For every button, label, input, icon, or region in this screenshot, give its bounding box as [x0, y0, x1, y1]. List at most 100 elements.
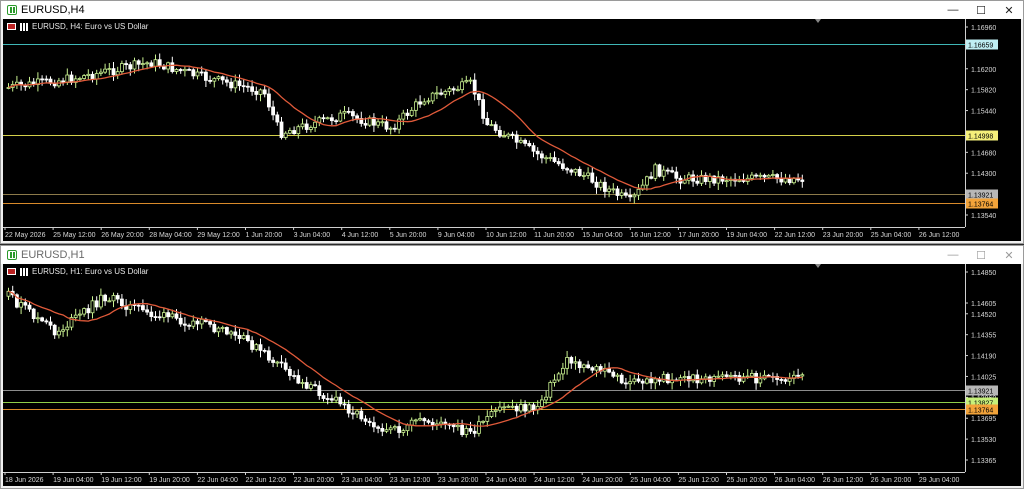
bear-candle: [586, 360, 590, 369]
bull-candle: [519, 137, 523, 144]
bear-candle: [329, 114, 334, 125]
bull-candle: [99, 68, 103, 77]
bear-candle: [451, 86, 456, 95]
price-tick-label: 1.14355: [971, 333, 996, 340]
maximize-button[interactable]: ☐: [967, 246, 995, 264]
bear-candle: [741, 173, 746, 184]
time-tick-label: 26 May 20:00: [101, 232, 144, 239]
bear-candle: [535, 147, 540, 161]
bear-candle: [166, 309, 171, 323]
time-tick-label: 26 Jun 20:00: [871, 477, 912, 484]
price-chart[interactable]: EURUSD, H1: Euro vs US Dollar 1.14850 1.1…: [3, 264, 1021, 486]
bear-candle: [254, 86, 259, 101]
bear-candle: [321, 114, 326, 123]
bull-candle: [699, 170, 704, 187]
bull-candle: [422, 98, 427, 106]
bull-candle: [506, 404, 511, 408]
bull-candle: [94, 69, 99, 85]
bear-candle: [342, 399, 347, 409]
bear-candle: [208, 75, 213, 84]
bear-candle: [145, 304, 150, 316]
bear-candle: [392, 123, 397, 133]
bull-candle: [283, 131, 288, 140]
chart-shift-marker[interactable]: [815, 264, 821, 268]
price-chart[interactable]: EURUSD, H4: Euro vs US Dollar 1.16960 1.1…: [3, 19, 1021, 241]
bear-candle: [258, 338, 263, 358]
bull-candle: [636, 183, 641, 200]
bull-candle: [82, 74, 86, 80]
bull-candle: [78, 309, 82, 320]
bull-candle: [384, 423, 389, 434]
time-tick-label: 24 Jun 20:00: [582, 477, 623, 484]
bull-candle: [758, 372, 763, 388]
bull-candle: [27, 76, 32, 89]
time-tick-label: 19 Jun 04:00: [53, 477, 94, 484]
price-tick-label: 1.14300: [971, 171, 996, 178]
bull-candle: [434, 86, 439, 100]
bear-candle: [262, 348, 267, 354]
bull-candle: [195, 68, 200, 80]
bear-candle: [283, 358, 288, 372]
bear-candle: [754, 370, 758, 390]
bear-candle: [61, 77, 65, 86]
bull-candle: [485, 410, 490, 427]
chart-window-h4[interactable]: EURUSD,H4 — ☐ ✕ EURUSD, H4: Euro vs US D…: [0, 0, 1024, 244]
title-bar[interactable]: EURUSD,H4 — ☐ ✕: [1, 1, 1023, 19]
bear-candle: [287, 366, 292, 381]
bull-candle: [140, 57, 145, 69]
close-button[interactable]: ✕: [995, 246, 1023, 264]
bear-candle: [69, 71, 74, 85]
minimize-button[interactable]: —: [939, 1, 967, 19]
bear-candle: [128, 62, 133, 76]
bull-candle: [392, 424, 397, 431]
bear-candle: [224, 76, 229, 87]
close-button[interactable]: ✕: [995, 1, 1023, 19]
bear-candle: [628, 188, 632, 202]
bull-candle: [216, 326, 221, 337]
bear-candle: [565, 166, 569, 174]
bull-candle: [397, 114, 402, 134]
bear-candle: [371, 416, 376, 433]
bear-candle: [497, 125, 502, 139]
bull-candle: [750, 369, 754, 378]
bull-candle: [111, 292, 116, 308]
minimize-button[interactable]: —: [939, 246, 967, 264]
maximize-button[interactable]: ☐: [967, 1, 995, 19]
chart-shift-marker[interactable]: [815, 19, 821, 23]
bull-candle: [413, 418, 418, 425]
bear-candle: [523, 138, 527, 147]
bear-candle: [527, 140, 532, 148]
bars-icon: [20, 22, 28, 31]
bear-candle: [271, 100, 276, 121]
bear-candle: [426, 418, 431, 425]
bear-candle: [468, 421, 473, 435]
bear-candle: [476, 93, 481, 106]
bear-candle: [153, 311, 158, 321]
time-tick-label: 22 Jun 04:00: [197, 477, 238, 484]
bear-candle: [48, 76, 53, 86]
bull-candle: [703, 373, 708, 384]
bear-candle: [678, 175, 683, 190]
bull-candle: [380, 115, 385, 127]
chart-window-h1[interactable]: EURUSD,H1 — ☐ ✕ EURUSD, H1: Euro vs US D…: [0, 245, 1024, 489]
bull-candle: [128, 300, 133, 315]
bull-candle: [413, 98, 418, 117]
bull-candle: [594, 364, 599, 377]
bear-candle: [304, 376, 309, 390]
title-bar[interactable]: EURUSD,H1 — ☐ ✕: [1, 246, 1023, 264]
bull-candle: [489, 405, 494, 419]
bull-candle: [724, 176, 729, 188]
bull-candle: [611, 183, 616, 194]
bear-candle: [363, 415, 368, 425]
bull-candle: [254, 343, 259, 352]
bull-candle: [632, 374, 637, 385]
bear-candle: [720, 174, 725, 185]
price-tick-label: 1.13540: [971, 213, 996, 220]
bear-candle: [237, 74, 242, 91]
bear-candle: [460, 419, 465, 437]
bear-candle: [430, 418, 435, 431]
bear-candle: [510, 131, 515, 139]
bear-candle: [611, 369, 616, 379]
bull-candle: [548, 152, 553, 162]
flag-icon: [7, 268, 16, 275]
